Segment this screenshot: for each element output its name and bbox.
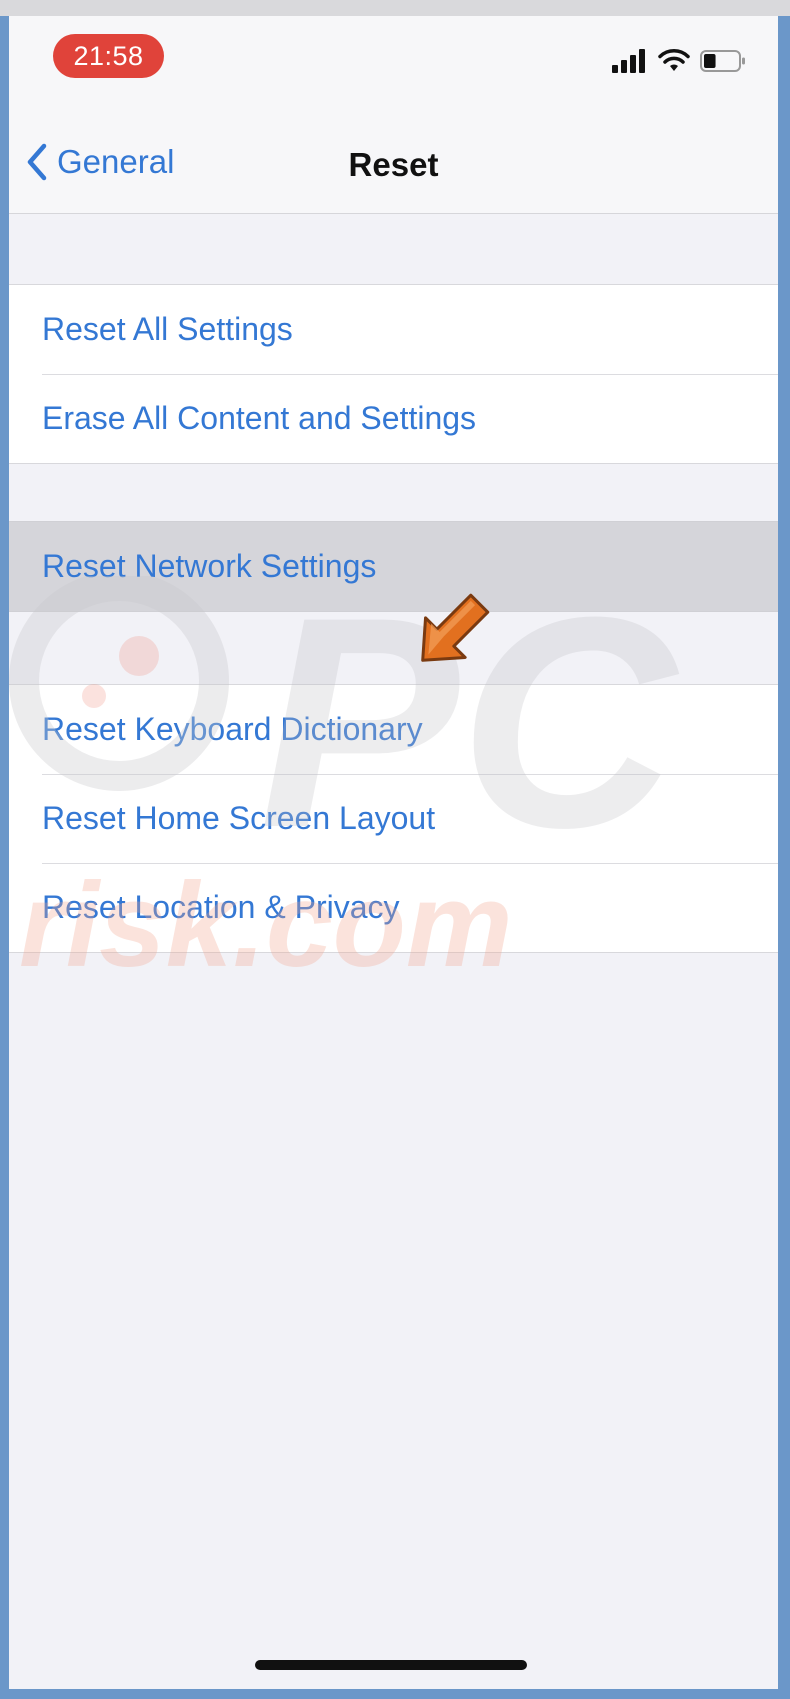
cell-label: Reset Network Settings [42,548,377,584]
reset-home-screen-layout-cell[interactable]: Reset Home Screen Layout [9,774,778,863]
page-title: Reset [348,146,439,183]
cell-label: Reset Location & Privacy [42,889,400,925]
battery-icon [700,50,745,72]
cellular-signal-icon [612,49,645,73]
reset-group-1: Reset All Settings Erase All Content and… [9,284,778,464]
erase-all-content-cell[interactable]: Erase All Content and Settings [9,374,778,463]
cell-label: Erase All Content and Settings [42,400,477,436]
reset-group-2: Reset Network Settings [9,521,778,612]
reset-all-settings-cell[interactable]: Reset All Settings [9,285,778,374]
time-indicator: 21:58 [53,34,164,78]
top-strip [0,0,790,16]
reset-network-settings-cell[interactable]: Reset Network Settings [9,522,778,611]
phone-screen: 21:58 General Reset Reset All Settings E… [9,16,778,1689]
reset-keyboard-dictionary-cell[interactable]: Reset Keyboard Dictionary [9,685,778,774]
reset-location-privacy-cell[interactable]: Reset Location & Privacy [9,863,778,952]
navigation-bar: General Reset [9,116,778,214]
cell-label: Reset Home Screen Layout [42,800,436,836]
home-indicator [255,1660,527,1670]
wifi-icon [658,49,690,71]
status-bar: 21:58 [9,16,778,116]
reset-group-3: Reset Keyboard Dictionary Reset Home Scr… [9,684,778,953]
cell-label: Reset All Settings [42,311,293,347]
cell-label: Reset Keyboard Dictionary [42,711,423,747]
pointer-arrow-icon [421,593,490,662]
status-icons [612,46,746,76]
